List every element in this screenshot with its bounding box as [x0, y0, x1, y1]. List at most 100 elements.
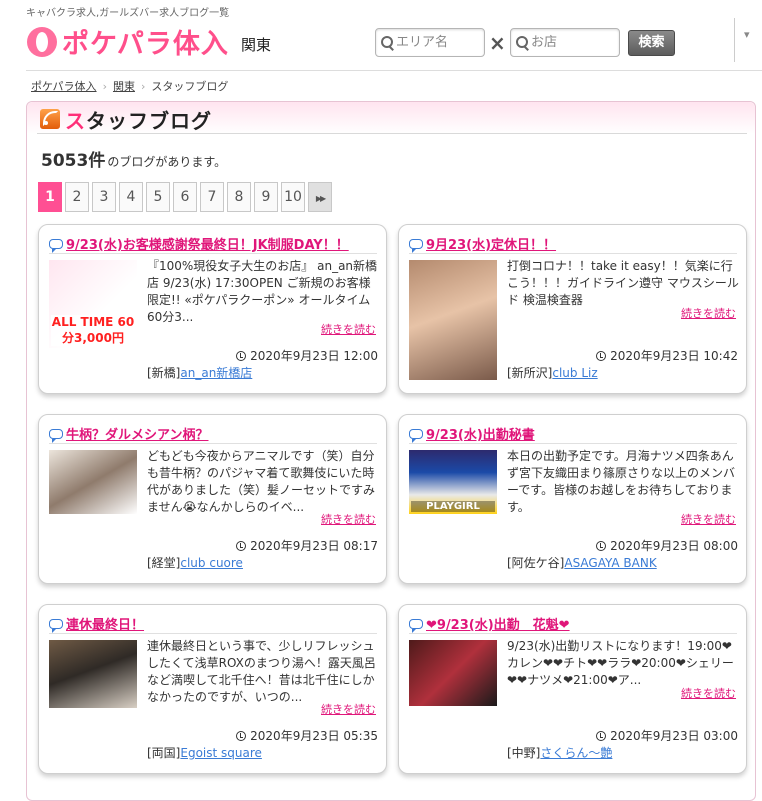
breadcrumb-region[interactable]: 関東: [113, 80, 135, 93]
blog-excerpt: どもども今夜からアニマルです（笑）自分も昔牛柄？のパジャマ着て歌舞伎にいた時代が…: [147, 449, 376, 514]
panel-divider: [37, 133, 747, 134]
blog-card[interactable]: 9/23(水)出勤秘書 PLAYGIRL 本日の出勤予定です。月海ナツメ四条あん…: [398, 414, 747, 584]
comment-icon: [409, 238, 423, 253]
logo-text[interactable]: ポケパラ体入: [62, 22, 229, 61]
breadcrumb-current: スタッフブログ: [151, 80, 229, 93]
blog-title-link[interactable]: 連休最終日！: [49, 614, 144, 633]
shop-search-box[interactable]: [510, 28, 620, 57]
menu-chevron-icon[interactable]: ▾: [744, 28, 750, 41]
clock-icon: [596, 350, 607, 361]
blog-title-link[interactable]: 9/23(水)お客様感謝祭最終日！JK制服DAY！！: [49, 234, 349, 253]
card-divider: [409, 443, 737, 444]
shop-info: [新橋]an_an新橋店: [147, 366, 253, 380]
header-rule: [26, 70, 762, 71]
blog-excerpt: 打倒コロナ！！take it easy！！気楽に行こう！！！ガイドライン遵守 マ…: [507, 259, 739, 307]
comment-icon: [409, 618, 423, 633]
clock-icon: [236, 730, 247, 741]
blog-panel: スタッフブログ 5053件 のブログがあります。 1 2 3 4 5 6 7 8 …: [26, 101, 756, 801]
blog-thumbnail[interactable]: [409, 640, 497, 706]
area-search-box[interactable]: [375, 28, 485, 57]
read-more-link[interactable]: 続きを読む: [681, 511, 736, 527]
comment-icon: [49, 428, 63, 443]
blog-card[interactable]: 連休最終日！ 連休最終日という事で、少しリフレッシュしたくて浅草ROXのまつり湯…: [38, 604, 387, 774]
read-more-link[interactable]: 続きを読む: [681, 685, 736, 701]
shop-link[interactable]: Egoist square: [180, 746, 262, 760]
blog-title-link[interactable]: ❤9/23(水)出勤 花魁❤: [409, 614, 570, 633]
shop-link[interactable]: an_an新橋店: [180, 366, 252, 380]
card-divider: [409, 253, 737, 254]
post-date: 2020年9月23日 08:00: [596, 537, 738, 554]
page-6[interactable]: 6: [173, 182, 197, 212]
rss-icon: [40, 109, 60, 129]
read-more-link[interactable]: 続きを読む: [321, 321, 376, 337]
page-4[interactable]: 4: [119, 182, 143, 212]
breadcrumb: ポケパラ体入 › 関東 › スタッフブログ: [31, 80, 229, 93]
post-date: 2020年9月23日 12:00: [236, 347, 378, 364]
blog-title-link[interactable]: 牛柄？ダルメシアン柄？: [49, 424, 208, 443]
header-divider: [734, 18, 735, 62]
blog-card[interactable]: 9/23(水)お客様感謝祭最終日！JK制服DAY！！ ALL TIME 60分3…: [38, 224, 387, 394]
shop-info: [両国]Egoist square: [147, 746, 262, 760]
search-icon: [515, 35, 528, 51]
shop-search-input[interactable]: [529, 34, 619, 51]
blog-thumbnail[interactable]: [49, 450, 137, 514]
region-label: 関東: [241, 36, 272, 54]
blog-thumbnail[interactable]: [409, 260, 497, 380]
blog-excerpt: 『100%現役女子大生のお店』 an_an新橋店 9/23(水) 17:30OP…: [147, 259, 378, 324]
clock-icon: [236, 540, 247, 551]
breadcrumb-home[interactable]: ポケパラ体入: [31, 80, 97, 93]
card-divider: [49, 443, 377, 444]
post-date: 2020年9月23日 08:17: [236, 537, 378, 554]
shop-link[interactable]: ASAGAYA BANK: [564, 556, 656, 570]
page-2[interactable]: 2: [65, 182, 89, 212]
next-page-icon[interactable]: [308, 182, 332, 212]
logo-icon[interactable]: [27, 27, 57, 57]
card-divider: [409, 633, 737, 634]
comment-icon: [49, 238, 63, 253]
blog-thumbnail[interactable]: [49, 640, 137, 708]
clock-icon: [236, 350, 247, 361]
blog-card[interactable]: 9月23(水)定休日！！ 打倒コロナ！！take it easy！！気楽に行こう…: [398, 224, 747, 394]
search-button[interactable]: 検索: [628, 30, 675, 56]
blog-count: 5053件 のブログがあります。: [41, 151, 227, 171]
shop-link[interactable]: club Liz: [552, 366, 597, 380]
page-10[interactable]: 10: [281, 182, 305, 212]
clock-icon: [596, 540, 607, 551]
clear-icon[interactable]: ×: [489, 31, 506, 55]
page-5[interactable]: 5: [146, 182, 170, 212]
blog-card[interactable]: ❤9/23(水)出勤 花魁❤ 9/23(水)出勤リストになります！19:00❤カ…: [398, 604, 747, 774]
page-8[interactable]: 8: [227, 182, 251, 212]
page-7[interactable]: 7: [200, 182, 224, 212]
blog-excerpt: 本日の出勤予定です。月海ナツメ四条あんず宮下友織田まり篠原さりな以上のメンバーで…: [507, 449, 736, 514]
shop-info: [経堂]club cuore: [147, 556, 243, 570]
blog-thumbnail[interactable]: ALL TIME 60分3,000円: [49, 260, 137, 348]
page-9[interactable]: 9: [254, 182, 278, 212]
panel-header: スタッフブログ: [27, 102, 755, 134]
blog-excerpt: 連休最終日という事で、少しリフレッシュしたくて浅草ROXのまつり湯へ！露天風呂な…: [147, 639, 376, 704]
shop-info: [新所沢]club Liz: [507, 366, 598, 380]
shop-info: [阿佐ケ谷]ASAGAYA BANK: [507, 556, 657, 570]
blog-thumbnail[interactable]: PLAYGIRL: [409, 450, 497, 514]
clock-icon: [596, 730, 607, 741]
search-icon: [380, 35, 393, 51]
comment-icon: [49, 618, 63, 633]
shop-link[interactable]: さくらん〜艶: [540, 746, 612, 760]
pagination: 1 2 3 4 5 6 7 8 9 10: [38, 182, 335, 212]
blog-title-link[interactable]: 9月23(水)定休日！！: [409, 234, 556, 253]
page-title: スタッフブログ: [65, 109, 212, 133]
post-date: 2020年9月23日 05:35: [236, 727, 378, 744]
post-date: 2020年9月23日 03:00: [596, 727, 738, 744]
post-date: 2020年9月23日 10:42: [596, 347, 738, 364]
blog-excerpt: 9/23(水)出勤リストになります！19:00❤カレン❤❤チト❤❤ララ❤20:0…: [507, 639, 734, 687]
card-divider: [49, 633, 377, 634]
blog-card[interactable]: 牛柄？ダルメシアン柄？ どもども今夜からアニマルです（笑）自分も昔牛柄？のパジャ…: [38, 414, 387, 584]
shop-link[interactable]: club cuore: [180, 556, 243, 570]
comment-icon: [409, 428, 423, 443]
blog-title-link[interactable]: 9/23(水)出勤秘書: [409, 424, 535, 443]
read-more-link[interactable]: 続きを読む: [321, 511, 376, 527]
area-search-input[interactable]: [394, 34, 484, 51]
page-3[interactable]: 3: [92, 182, 116, 212]
read-more-link[interactable]: 続きを読む: [321, 701, 376, 717]
read-more-link[interactable]: 続きを読む: [681, 305, 736, 321]
page-1[interactable]: 1: [38, 182, 62, 212]
